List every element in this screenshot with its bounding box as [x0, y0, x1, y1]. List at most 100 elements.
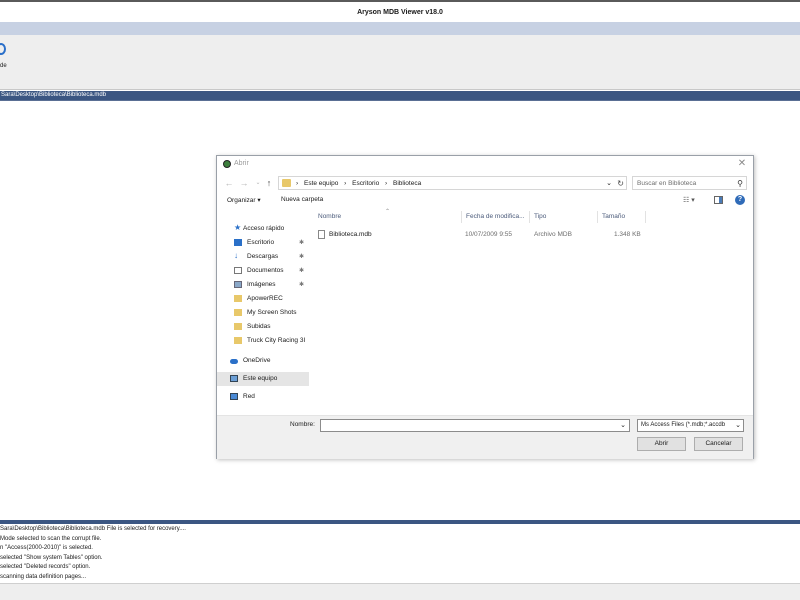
column-divider[interactable] [529, 211, 530, 223]
sidebar-item-label: OneDrive [243, 357, 271, 364]
cancel-button[interactable]: Cancelar [694, 437, 743, 451]
breadcrumb-separator: › [385, 180, 388, 187]
cloud-icon [230, 359, 238, 364]
column-header-type[interactable]: Tipo [534, 213, 546, 220]
sort-caret-icon: ⌃ [385, 209, 391, 215]
file-type-select-value: Ms Access Files (*.mdb;*.accdb [641, 422, 726, 428]
file-list: ⌃ Nombre Fecha de modifica... Tipo Tamañ… [313, 208, 747, 410]
sidebar-item-descargas[interactable]: ↓ Descargas ✱ [217, 250, 309, 264]
log-line: selected "Show system Tables" option. [0, 554, 103, 561]
app-icon [223, 160, 231, 168]
filename-input[interactable]: ⌄ [320, 419, 630, 432]
sidebar-item-label: Descargas [247, 253, 279, 260]
close-icon[interactable]: ✕ [736, 158, 748, 170]
filename-label: Nombre: [290, 421, 315, 428]
file-type-select[interactable]: Ms Access Files (*.mdb;*.accdb ⌄ [637, 419, 744, 432]
column-header-date[interactable]: Fecha de modifica... [466, 213, 525, 220]
file-row[interactable]: Biblioteca.mdb 10/07/2009 9:55 Archivo M… [313, 228, 747, 242]
sidebar-item-label: Subidas [247, 323, 271, 330]
log-line: selected "Deleted records" option. [0, 564, 91, 571]
help-icon[interactable]: ? [735, 195, 745, 205]
back-arrow-icon[interactable]: ← [224, 177, 234, 189]
sidebar-item-documentos[interactable]: Documentos ✱ [217, 264, 309, 278]
sidebar-item-label: Documentos [247, 267, 284, 274]
sidebar-item-label: Truck City Racing 3I [247, 337, 306, 344]
breadcrumb-este-equipo[interactable]: Este equipo [304, 180, 338, 187]
dialog-footer: Nombre: ⌄ Ms Access Files (*.mdb;*.accdb… [217, 415, 753, 459]
status-bar [0, 583, 800, 600]
dialog-title: Abrir [234, 160, 249, 167]
search-placeholder: Buscar en Biblioteca [637, 180, 697, 187]
file-date: 10/07/2009 9:55 [465, 231, 512, 238]
sidebar-item-apowerrec[interactable]: ApowerREC [217, 292, 309, 306]
command-bar: Organizar ▾ Nueva carpeta ☷ ▾ ? [217, 194, 753, 208]
sidebar-item-label: ApowerREC [247, 295, 283, 302]
sidebar-item-escritorio[interactable]: Escritorio ✱ [217, 236, 309, 250]
toolbar: de [0, 35, 800, 90]
log-line: Mode selected to scan the corrupt file. [0, 535, 102, 542]
sidebar-item-imagenes[interactable]: Imágenes ✱ [217, 278, 309, 292]
column-divider[interactable] [461, 211, 462, 223]
file-size: 1.348 KB [614, 231, 641, 238]
network-icon [230, 393, 238, 400]
address-bar[interactable]: › Este equipo › Escritorio › Biblioteca … [278, 176, 627, 190]
sidebar-item-onedrive[interactable]: OneDrive [217, 354, 309, 368]
column-header-name[interactable]: Nombre [318, 213, 341, 220]
file-type: Archivo MDB [534, 231, 572, 238]
sidebar-item-truck-city-racing[interactable]: Truck City Racing 3I [217, 334, 309, 348]
column-divider[interactable] [597, 211, 598, 223]
log-separator [0, 520, 800, 524]
forward-arrow-icon[interactable]: → [239, 177, 249, 189]
open-file-dialog: Abrir ✕ ← → ⌄ ↑ › Este equipo › Escritor… [216, 155, 754, 459]
desktop-icon [234, 239, 242, 246]
chevron-down-icon[interactable]: ⌄ [606, 177, 612, 190]
folder-icon [234, 309, 242, 316]
chevron-down-icon: ⌄ [735, 422, 741, 429]
pictures-icon [234, 281, 242, 288]
sidebar-item-red[interactable]: Red [217, 390, 309, 404]
column-header-size[interactable]: Tamaño [602, 213, 625, 220]
dialog-titlebar[interactable]: Abrir ✕ [217, 156, 753, 173]
pin-icon: ✱ [299, 240, 305, 246]
recent-locations-icon[interactable]: ⌄ [253, 177, 263, 189]
folder-icon [234, 323, 242, 330]
up-arrow-icon[interactable]: ↑ [264, 177, 274, 189]
column-headers: ⌃ Nombre Fecha de modifica... Tipo Tamañ… [313, 208, 747, 224]
toolbar-button-icon [0, 43, 6, 55]
search-input[interactable]: Buscar en Biblioteca ⚲ [632, 176, 747, 190]
search-icon: ⚲ [737, 179, 743, 188]
open-button[interactable]: Abrir [637, 437, 686, 451]
log-line: Sara\Desktop\Biblioteca\Biblioteca.mdb F… [0, 526, 186, 532]
view-options-icon[interactable]: ☷ ▾ [683, 196, 695, 204]
column-divider[interactable] [645, 211, 646, 223]
refresh-icon[interactable]: ↻ [617, 177, 624, 190]
log-line: scanning data definition pages... [0, 573, 87, 580]
sidebar-item-acceso-rapido[interactable]: ★ Acceso rápido [217, 222, 309, 236]
file-icon [318, 230, 325, 239]
file-name: Biblioteca.mdb [329, 231, 372, 238]
toolbar-button[interactable]: de [0, 39, 10, 83]
computer-icon [230, 375, 238, 382]
breadcrumb-escritorio[interactable]: Escritorio [352, 180, 379, 187]
chevron-down-icon[interactable]: ⌄ [620, 420, 626, 431]
pin-icon: ✱ [299, 282, 305, 288]
sidebar-item-este-equipo[interactable]: Este equipo [217, 372, 309, 386]
file-path-bar: Sara\Desktop\Biblioteca\Biblioteca.mdb [0, 91, 800, 100]
preview-pane-icon[interactable] [714, 196, 723, 204]
organize-button[interactable]: Organizar ▾ [227, 196, 261, 204]
sidebar-item-my-screen-shots[interactable]: My Screen Shots [217, 306, 309, 320]
download-icon: ↓ [234, 251, 238, 260]
menu-bar [0, 22, 800, 35]
divider [0, 100, 800, 101]
documents-icon [234, 267, 242, 274]
breadcrumb-separator: › [296, 180, 299, 187]
folder-icon [234, 295, 242, 302]
breadcrumb-biblioteca[interactable]: Biblioteca [393, 180, 421, 187]
sidebar-item-label: My Screen Shots [247, 309, 297, 316]
navigation-pane: ★ Acceso rápido Escritorio ✱ ↓ Descargas… [217, 212, 309, 410]
pin-icon: ✱ [299, 268, 305, 274]
log-line: n "Access(2000-2010)" is selected. [0, 545, 93, 552]
star-icon: ★ [234, 223, 242, 232]
sidebar-item-subidas[interactable]: Subidas [217, 320, 309, 334]
new-folder-button[interactable]: Nueva carpeta [281, 196, 323, 203]
